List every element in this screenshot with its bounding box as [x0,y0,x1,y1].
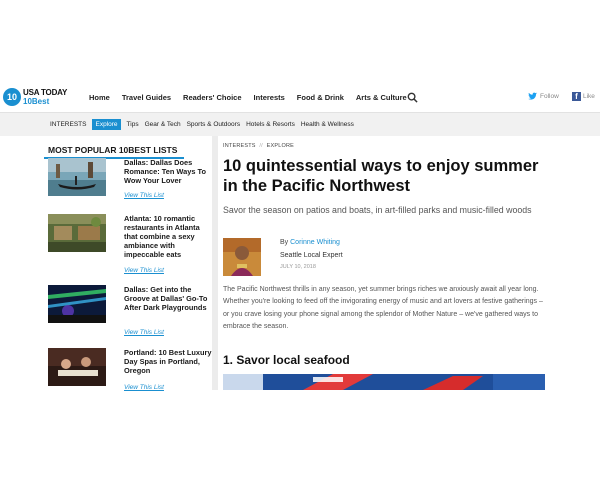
list-item[interactable]: Dallas: Dallas Does Romance: Ten Ways To… [48,158,212,218]
thumbnail-gondola [48,158,106,196]
breadcrumb-explore[interactable]: EXPLORE [267,143,294,149]
list-title[interactable]: Dallas: Get into the Groove at Dallas' G… [124,285,212,312]
list-title[interactable]: Portland: 10 Best Luxury Day Spas in Por… [124,348,212,375]
logo-10best: 10Best [23,97,50,106]
publish-date: JULY 10, 2018 [280,264,316,270]
list-item[interactable]: Dallas: Get into the Groove at Dallas' G… [48,285,212,345]
search-icon[interactable] [407,92,418,103]
list-item[interactable]: Portland: 10 Best Luxury Day Spas in Por… [48,348,212,408]
facebook-icon: f [572,92,581,101]
most-popular-sidebar: MOST POPULAR 10BEST LISTS Dallas: Dallas… [44,140,212,391]
view-list-link[interactable]: View This List [124,192,164,199]
thumbnail-nightclub [48,285,106,323]
thumbnail-restaurant [48,214,106,252]
twitter-icon [528,92,537,100]
nav-travel-guides[interactable]: Travel Guides [122,93,171,102]
author-link[interactable]: Corinne Whiting [290,239,340,246]
sub-navigation: INTERESTS Explore Tips Gear & Tech Sport… [0,112,600,136]
nav-arts-culture[interactable]: Arts & Culture [356,93,407,102]
byline: By Corinne Whiting [280,239,340,246]
top-navigation: 10 USA TODAY 10Best Home Travel Guides R… [0,84,600,112]
author-role: Seattle Local Expert [280,252,343,259]
view-list-link[interactable]: View This List [124,329,164,336]
subnav-explore[interactable]: Explore [92,119,121,130]
list-item[interactable]: Atlanta: 10 romantic restaurants in Atla… [48,214,212,274]
article-dek: Savor the season on patios and boats, in… [223,205,532,215]
facebook-like[interactable]: f Like [572,92,595,101]
nav-home[interactable]: Home [89,93,110,102]
subnav-sports-outdoors[interactable]: Sports & Outdoors [187,121,240,128]
view-list-link[interactable]: View This List [124,267,164,274]
logo-badge: 10 [3,88,21,106]
article: INTERESTS // EXPLORE 10 quintessential w… [218,136,550,390]
article-headline: 10 quintessential ways to enjoy summer i… [223,157,539,195]
main-nav-links: Home Travel Guides Readers' Choice Inter… [89,93,419,102]
view-list-link[interactable]: View This List [124,384,164,391]
byline-prefix: By [280,239,289,246]
article-intro: The Pacific Northwest thrills in any sea… [223,286,543,330]
breadcrumb: INTERESTS // EXPLORE [223,143,294,149]
nav-food-drink[interactable]: Food & Drink [297,93,344,102]
list-title[interactable]: Dallas: Dallas Does Romance: Ten Ways To… [124,158,212,185]
twitter-follow[interactable]: Follow [528,92,559,100]
subnav-tips[interactable]: Tips [127,121,139,128]
nav-interests[interactable]: Interests [254,93,285,102]
section-heading: 1. Savor local seafood [223,353,350,367]
subnav-gear-tech[interactable]: Gear & Tech [145,121,181,128]
nav-readers-choice[interactable]: Readers' Choice [183,93,241,102]
breadcrumb-separator: // [259,143,263,149]
facebook-like-label: Like [583,93,595,100]
usatoday-10best-logo[interactable]: 10 USA TODAY 10Best [3,87,67,109]
logo-usatoday: USA TODAY [23,88,68,97]
sidebar-title: MOST POPULAR 10BEST LISTS [44,142,184,159]
list-title[interactable]: Atlanta: 10 romantic restaurants in Atla… [124,214,212,259]
twitter-follow-label: Follow [540,92,559,100]
subnav-health-wellness[interactable]: Health & Wellness [301,121,354,128]
subnav-section-label[interactable]: INTERESTS [50,121,86,128]
author-avatar[interactable] [223,238,261,276]
thumbnail-spa [48,348,106,386]
breadcrumb-interests[interactable]: INTERESTS [223,143,256,149]
subnav-hotels-resorts[interactable]: Hotels & Resorts [246,121,295,128]
hero-image-seafood [223,374,545,390]
